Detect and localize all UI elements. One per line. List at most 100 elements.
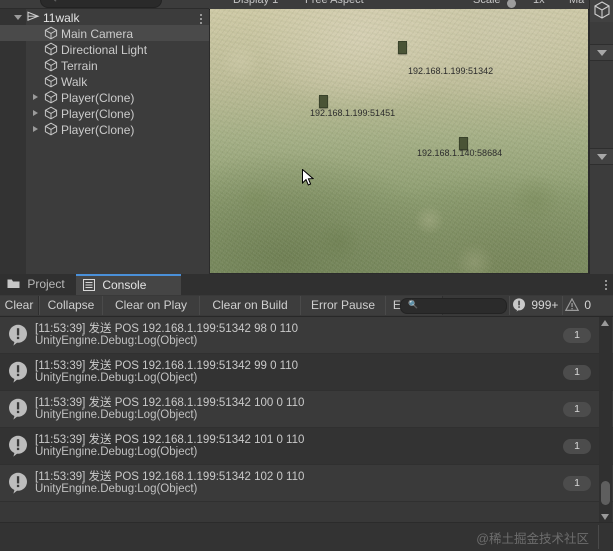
gameobject-icon [44, 106, 58, 120]
search-icon: 🔍 [47, 0, 57, 2]
hierarchy-item-player-clone[interactable]: Player(Clone) [0, 89, 209, 105]
console-log-message: [11:53:39] 发送 POS 192.168.1.199:51342 98… [35, 323, 298, 335]
error-count-toggle[interactable]: 999+ [509, 296, 565, 315]
warning-count-label: 0 [584, 298, 592, 312]
player-address-label: 192.168.1.199:51451 [310, 108, 396, 118]
console-footer: @稀土掘金技术社区 [0, 522, 613, 551]
gameobject-icon [44, 42, 58, 56]
tab-console[interactable]: Console [76, 274, 181, 297]
triangle-down-icon[interactable] [601, 514, 609, 520]
hierarchy-item-label: Terrain [61, 58, 98, 73]
player-address-label: 192.168.1.199:51342 [408, 66, 494, 76]
triangle-right-icon[interactable] [32, 89, 42, 105]
console-tabbar: Project Console [0, 274, 613, 297]
hierarchy-panel: 🔍 11walkMain CameraDirectional LightTerr… [0, 0, 209, 274]
triangle-right-icon[interactable] [32, 121, 42, 137]
console-log-collapse-count: 1 [563, 439, 591, 454]
player-marker[interactable] [319, 95, 328, 108]
log-info-icon [7, 472, 29, 494]
hierarchy-item-directional-light[interactable]: Directional Light [0, 41, 209, 57]
console-log-message: [11:53:39] 发送 POS 192.168.1.199:51342 10… [35, 434, 305, 446]
inspector-section-header[interactable] [590, 148, 613, 165]
display-dropdown[interactable]: Display 1 [233, 0, 278, 6]
scrollbar-thumb[interactable] [601, 481, 610, 505]
hierarchy-searchbar: 🔍 [0, 0, 209, 9]
inspector-section-header[interactable] [590, 44, 613, 61]
console-scrollbar[interactable] [599, 317, 612, 523]
error-count-label: 999+ [531, 298, 559, 312]
unity-editor-window: 🔍 11walkMain CameraDirectional LightTerr… [0, 0, 613, 551]
hierarchy-item-label: Directional Light [61, 42, 148, 57]
scale-slider-handle[interactable] [507, 0, 516, 8]
player-marker[interactable] [398, 41, 407, 54]
log-info-icon [7, 361, 29, 383]
gameobject-icon [44, 26, 58, 40]
console-search-input[interactable]: 🔍 [400, 298, 507, 314]
gameobject-icon [44, 58, 58, 72]
console-log-list[interactable]: [11:53:39] 发送 POS 192.168.1.199:51342 98… [0, 317, 613, 523]
console-log-collapse-count: 1 [563, 476, 591, 491]
unity-scene-icon [26, 10, 40, 24]
console-log-message: [11:53:39] 发送 POS 192.168.1.199:51342 10… [35, 397, 305, 409]
game-view-canvas[interactable]: 192.168.1.199:51342 192.168.1.199:51451 19… [210, 9, 588, 273]
console-log-collapse-count: 1 [563, 365, 591, 380]
hierarchy-item-label: Walk [61, 74, 88, 89]
console-log-stacktrace: UnityEngine.Debug:Log(Object) [35, 335, 198, 347]
triangle-down-icon[interactable] [597, 154, 607, 160]
package-cube-icon [594, 1, 610, 19]
triangle-right-icon[interactable] [32, 105, 42, 121]
game-view-panel: Display 1 Free Aspect Scale 1x Ma 192.16… [209, 0, 589, 274]
scale-label: Scale [473, 0, 501, 6]
tab-project-label: Project [27, 277, 65, 291]
hierarchy-item-walk[interactable]: Walk [0, 73, 209, 89]
watermark-label: @稀土掘金技术社区 [476, 532, 589, 546]
warning-count-toggle[interactable]: 0 [562, 296, 613, 315]
console-log-row[interactable]: [11:53:39] 发送 POS 192.168.1.199:51342 98… [0, 317, 613, 354]
console-log-message: [11:53:39] 发送 POS 192.168.1.199:51342 10… [35, 471, 305, 483]
triangle-down-icon[interactable] [597, 50, 607, 56]
hierarchy-item-label: Player(Clone) [61, 106, 135, 121]
clear-on-build-toggle[interactable]: Clear on Build [199, 296, 301, 315]
console-icon [83, 278, 95, 291]
warning-icon [565, 297, 579, 311]
clear-button[interactable]: Clear [0, 296, 39, 315]
collapse-toggle[interactable]: Collapse [39, 296, 103, 315]
console-log-row[interactable]: [11:53:39] 发送 POS 192.168.1.199:51342 99… [0, 354, 613, 391]
triangle-up-icon[interactable] [601, 320, 609, 326]
gameobject-icon [44, 122, 58, 136]
console-log-stacktrace: UnityEngine.Debug:Log(Object) [35, 372, 198, 384]
console-toolbar: Clear Collapse Clear on Play Clear on Bu… [0, 295, 613, 317]
console-log-stacktrace: UnityEngine.Debug:Log(Object) [35, 446, 198, 458]
inspector-panel [589, 0, 613, 274]
console-log-message: [11:53:39] 发送 POS 192.168.1.199:51342 99… [35, 360, 298, 372]
scale-value: 1x [533, 0, 545, 6]
console-log-stacktrace: UnityEngine.Debug:Log(Object) [35, 409, 198, 421]
console-log-row[interactable]: [11:53:39] 发送 POS 192.168.1.199:51342 10… [0, 428, 613, 465]
console-log-row[interactable]: [11:53:39] 发送 POS 192.168.1.199:51342 10… [0, 391, 613, 428]
error-icon [513, 298, 525, 312]
hierarchy-item-11walk[interactable]: 11walk [0, 9, 209, 25]
hierarchy-search-input[interactable]: 🔍 [40, 0, 162, 8]
hierarchy-item-main-camera[interactable]: Main Camera [0, 25, 209, 41]
hierarchy-item-player-clone[interactable]: Player(Clone) [0, 105, 209, 121]
search-icon: 🔍 [408, 300, 418, 309]
player-address-label: 192.168.1.140:58684 [417, 148, 503, 158]
clear-on-play-toggle[interactable]: Clear on Play [102, 296, 200, 315]
triangle-down-icon[interactable] [14, 9, 24, 25]
aspect-dropdown[interactable]: Free Aspect [305, 0, 364, 6]
hierarchy-item-terrain[interactable]: Terrain [0, 57, 209, 73]
hierarchy-item-label: 11walk [43, 10, 80, 25]
hierarchy-item-player-clone[interactable]: Player(Clone) [0, 121, 209, 137]
tab-console-label: Console [102, 278, 147, 292]
maximize-on-play-button[interactable]: Ma [569, 0, 584, 6]
inspector-header [590, 0, 613, 22]
log-info-icon [7, 324, 29, 346]
console-panel: Project Console Clear Collapse Clear on … [0, 274, 613, 551]
console-log-row[interactable]: [11:53:39] 发送 POS 192.168.1.199:51342 10… [0, 465, 613, 502]
error-pause-toggle[interactable]: Error Pause [300, 296, 386, 315]
gameobject-icon [44, 90, 58, 104]
gameobject-icon [44, 74, 58, 88]
console-log-collapse-count: 1 [563, 328, 591, 343]
console-menu-button[interactable] [605, 278, 607, 292]
footer-divider [598, 525, 599, 549]
